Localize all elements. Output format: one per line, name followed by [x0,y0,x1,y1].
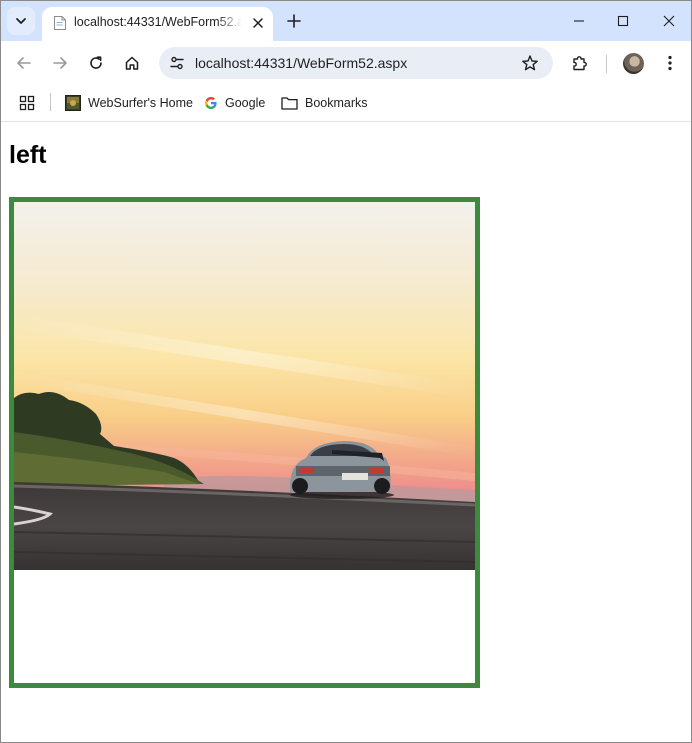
plus-icon [287,14,301,28]
google-g-icon [205,97,217,109]
puzzle-piece-icon [573,56,587,71]
apps-button[interactable] [17,93,37,113]
chevron-down-icon [16,18,26,24]
tab-search-button[interactable] [7,7,35,35]
home-icon [125,56,139,70]
browser-window: localhost:44331/WebForm52.aspx [0,0,692,743]
bookmark-label: Bookmarks [305,96,368,110]
bookmarks-separator [50,93,51,111]
folder-icon [281,97,298,110]
minimize-button[interactable] [567,9,591,33]
close-window-button[interactable] [657,9,681,33]
arrow-left-icon [17,57,31,69]
back-button[interactable] [12,51,36,75]
bookmark-star-button[interactable] [519,52,541,74]
websurfer-favicon-icon [65,95,81,111]
browser-menu-button[interactable] [658,51,682,75]
tab-active[interactable]: localhost:44331/WebForm52.aspx [42,7,273,41]
reload-icon [90,56,102,69]
profile-avatar[interactable] [623,53,644,74]
bookmark-folder-bookmarks[interactable]: Bookmarks [281,91,368,115]
car-at-sunset-photo [14,202,475,570]
page-heading: left [9,141,47,169]
new-tab-button[interactable] [284,11,304,31]
maximize-button[interactable] [611,9,635,33]
toolbar-separator [606,55,607,73]
tab-strip: localhost:44331/WebForm52.aspx [1,1,691,41]
close-icon [253,18,263,28]
address-bar[interactable]: localhost:44331/WebForm52.aspx [159,47,553,79]
tune-icon [170,56,184,70]
browser-toolbar: localhost:44331/WebForm52.aspx [1,41,691,85]
bookmarks-bar: WebSurfer's Home Google Bookmarks [1,85,691,122]
tab-close-button[interactable] [249,14,267,32]
apps-grid-icon [19,95,35,111]
forward-button[interactable] [48,51,72,75]
more-vertical-icon [668,55,672,71]
bookmark-websurfer-home[interactable]: WebSurfer's Home [65,91,193,115]
minimize-icon [574,20,584,22]
maximize-icon [617,15,629,27]
bookmark-label: Google [225,96,266,110]
close-icon [663,15,675,27]
extensions-button[interactable] [568,51,592,75]
page-favicon-icon [54,16,66,30]
bookmark-label: WebSurfer's Home [88,96,193,110]
site-info-button[interactable] [165,51,189,75]
page-content: left [1,122,691,742]
tab-title: localhost:44331/WebForm52.aspx [74,15,242,29]
home-button[interactable] [120,51,144,75]
reload-button[interactable] [84,51,108,75]
star-icon [522,55,538,71]
url-text[interactable]: localhost:44331/WebForm52.aspx [195,55,407,71]
bookmark-google[interactable]: Google [204,91,265,115]
arrow-right-icon [53,57,67,69]
image-frame [9,197,480,688]
